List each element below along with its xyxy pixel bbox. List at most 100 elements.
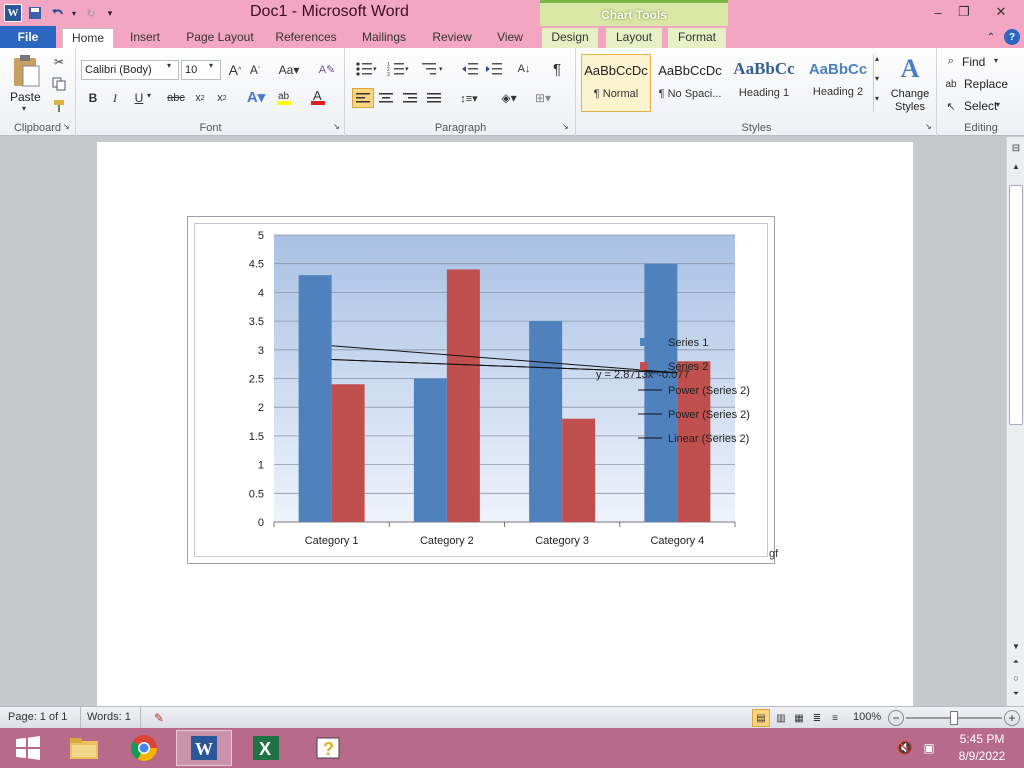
- chart-resize-handle-icon[interactable]: gf: [769, 548, 778, 560]
- print-layout-icon[interactable]: ▤: [752, 709, 770, 727]
- tab-view[interactable]: View: [488, 28, 532, 48]
- multilevel-list-icon[interactable]: ▾: [420, 60, 446, 78]
- styles-launcher-icon[interactable]: ↘: [925, 122, 932, 131]
- tab-layout[interactable]: Layout: [606, 28, 662, 48]
- copy-icon[interactable]: [50, 76, 68, 92]
- line-spacing-icon[interactable]: ↕≡▾: [456, 88, 482, 108]
- tab-page-layout[interactable]: Page Layout: [180, 28, 260, 48]
- next-page-icon[interactable]: ⏷: [1009, 687, 1023, 701]
- network-icon[interactable]: ▣: [920, 740, 938, 756]
- paragraph-launcher-icon[interactable]: ↘: [562, 122, 569, 131]
- styles-more-icon[interactable]: ▾: [875, 94, 879, 103]
- shading-icon[interactable]: ◈▾: [496, 88, 522, 108]
- previous-page-icon[interactable]: ⏶: [1009, 655, 1023, 669]
- redo-icon[interactable]: ↻: [82, 4, 100, 22]
- sort-icon[interactable]: A↓: [514, 60, 534, 78]
- replace-label[interactable]: Replace: [964, 77, 1008, 91]
- word-count[interactable]: Words: 1: [87, 711, 131, 723]
- page-count[interactable]: Page: 1 of 1: [8, 711, 67, 723]
- customize-qat-icon[interactable]: ▾: [104, 4, 116, 22]
- zoom-slider-thumb[interactable]: [950, 711, 958, 725]
- scroll-down-icon[interactable]: ▼: [1009, 639, 1023, 653]
- bold-icon[interactable]: B: [85, 90, 101, 106]
- italic-icon[interactable]: I: [107, 90, 123, 106]
- full-screen-reading-icon[interactable]: ▥: [772, 709, 790, 727]
- scroll-up-icon[interactable]: ▲: [1009, 159, 1023, 173]
- ruler-toggle-icon[interactable]: ⊟: [1009, 141, 1023, 155]
- justify-icon[interactable]: [424, 88, 444, 108]
- clear-formatting-icon[interactable]: A✎: [317, 60, 337, 78]
- font-size-dropdown-icon[interactable]: ▾: [209, 61, 213, 70]
- tab-design[interactable]: Design: [542, 28, 598, 48]
- styles-gallery-scroll[interactable]: ▴ ▾ ▾: [873, 54, 883, 112]
- highlight-icon[interactable]: ab: [275, 88, 299, 106]
- font-size-field[interactable]: 10: [181, 60, 221, 80]
- draft-icon[interactable]: ≡: [826, 709, 844, 727]
- paste-icon[interactable]: [10, 54, 42, 88]
- undo-icon[interactable]: [48, 4, 66, 22]
- text-effects-icon[interactable]: A▾: [245, 88, 267, 106]
- paste-dropdown-icon[interactable]: ▾: [22, 104, 26, 113]
- change-styles-label[interactable]: Change Styles: [883, 88, 937, 114]
- align-center-icon[interactable]: [376, 88, 396, 108]
- change-styles-icon[interactable]: A: [893, 54, 927, 84]
- font-launcher-icon[interactable]: ↘: [333, 122, 340, 131]
- tab-file[interactable]: File: [0, 26, 56, 48]
- select-browse-object-icon[interactable]: ○: [1009, 671, 1023, 685]
- clock-time[interactable]: 5:45 PM: [952, 732, 1012, 746]
- subscript-icon[interactable]: x2: [191, 90, 209, 106]
- clipboard-launcher-icon[interactable]: ↘: [63, 122, 70, 131]
- numbering-icon[interactable]: 1 2 3 ▾: [386, 60, 412, 78]
- help-taskbar-icon[interactable]: ?: [300, 730, 356, 766]
- word-logo-icon[interactable]: W: [4, 4, 22, 22]
- tab-home[interactable]: Home: [62, 28, 114, 48]
- save-icon[interactable]: [26, 4, 44, 22]
- tab-review[interactable]: Review: [424, 28, 480, 48]
- font-name-field[interactable]: Calibri (Body): [81, 60, 179, 80]
- grow-font-icon[interactable]: A ^: [227, 62, 243, 78]
- volume-muted-icon[interactable]: 🔇: [896, 740, 914, 756]
- bullets-icon[interactable]: ▾: [354, 60, 380, 78]
- minimize-ribbon-icon[interactable]: ⌃: [984, 30, 998, 44]
- paste-label[interactable]: Paste: [10, 90, 41, 104]
- outline-icon[interactable]: ≣: [808, 709, 826, 727]
- font-name-dropdown-icon[interactable]: ▾: [167, 61, 171, 70]
- vertical-scrollbar[interactable]: ⊟ ▲ ▼ ⏶ ○ ⏷: [1006, 137, 1024, 706]
- file-explorer-icon[interactable]: [56, 730, 112, 766]
- tab-mailings[interactable]: Mailings: [352, 28, 416, 48]
- undo-dropdown-icon[interactable]: ▾: [70, 4, 78, 22]
- underline-icon[interactable]: U: [131, 90, 147, 106]
- zoom-in-icon[interactable]: +: [1004, 710, 1020, 726]
- find-icon[interactable]: ⌕: [944, 54, 958, 68]
- web-layout-icon[interactable]: ▦: [790, 709, 808, 727]
- excel-taskbar-icon[interactable]: X: [238, 730, 294, 766]
- select-label[interactable]: Select: [964, 99, 997, 113]
- tab-format[interactable]: Format: [668, 28, 726, 48]
- zoom-out-icon[interactable]: −: [888, 710, 904, 726]
- tab-references[interactable]: References: [270, 28, 342, 48]
- strikethrough-icon[interactable]: abc: [165, 90, 187, 106]
- superscript-icon[interactable]: x2: [213, 90, 231, 106]
- increase-indent-icon[interactable]: [484, 60, 504, 78]
- style-normal[interactable]: AaBbCcDc ¶ Normal: [581, 54, 651, 112]
- format-painter-icon[interactable]: [50, 98, 68, 114]
- replace-icon[interactable]: ab: [944, 77, 958, 91]
- minimize-button[interactable]: –: [924, 2, 952, 22]
- chart-svg[interactable]: 0 0.5 1 1.5 2 2.5 3 3.5 4 4.5 5 Category 1 Category …: [180, 210, 780, 570]
- styles-scroll-down-icon[interactable]: ▾: [875, 74, 879, 83]
- borders-icon[interactable]: ⊞▾: [530, 88, 556, 108]
- clock-date[interactable]: 8/9/2022: [952, 749, 1012, 763]
- chrome-icon[interactable]: [116, 730, 172, 766]
- find-label[interactable]: Find: [962, 55, 985, 69]
- help-icon[interactable]: ?: [1004, 29, 1020, 45]
- font-color-icon[interactable]: A: [309, 88, 331, 106]
- scroll-thumb[interactable]: [1009, 185, 1023, 425]
- style-heading-1[interactable]: AaBbCc Heading 1: [729, 54, 799, 112]
- select-icon[interactable]: ↖: [944, 99, 958, 113]
- align-left-icon[interactable]: [352, 88, 374, 108]
- close-button[interactable]: ✕: [984, 2, 1018, 22]
- styles-scroll-up-icon[interactable]: ▴: [875, 54, 879, 63]
- style-no-spacing[interactable]: AaBbCcDc ¶ No Spaci...: [655, 54, 725, 112]
- shrink-font-icon[interactable]: Aˇ: [247, 62, 263, 78]
- tab-insert[interactable]: Insert: [122, 28, 168, 48]
